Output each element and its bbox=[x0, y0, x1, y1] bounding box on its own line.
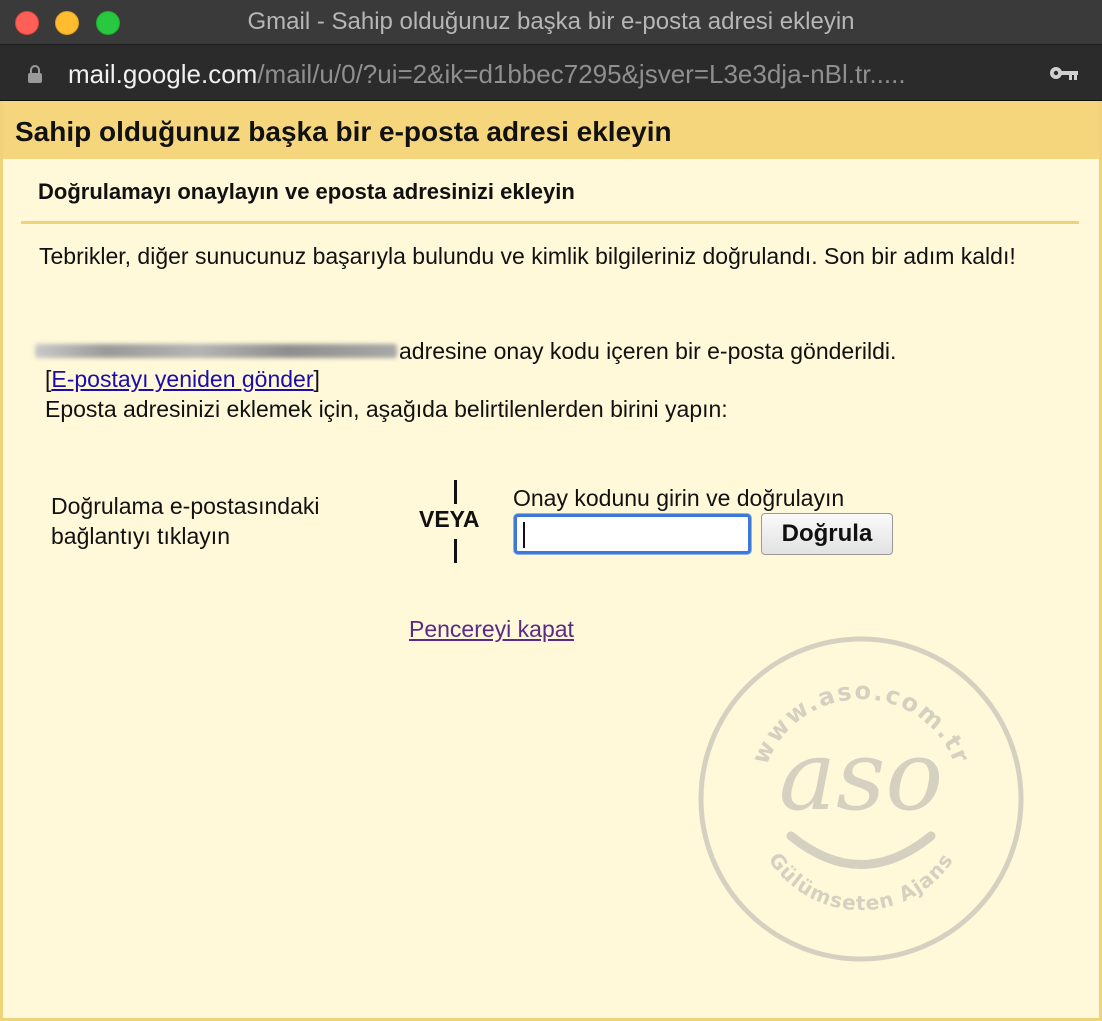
code-label: Onay kodunu girin ve doğrulayın bbox=[513, 485, 845, 511]
or-label: VEYA bbox=[419, 506, 480, 532]
lock-icon bbox=[28, 65, 42, 83]
resend-bracket-close: ] bbox=[313, 366, 320, 392]
or-divider-top bbox=[454, 480, 457, 504]
page-title: Sahip olduğunuz başka bir e-posta adresi… bbox=[15, 116, 672, 147]
sent-message: adresine onay kodu içeren bir e-posta gö… bbox=[399, 338, 897, 364]
verify-button[interactable]: Doğrula bbox=[761, 513, 893, 555]
instruction-text: Eposta adresinizi eklemek için, aşağıda … bbox=[45, 396, 728, 422]
resend-email-link[interactable]: E-postayı yeniden gönder bbox=[51, 366, 313, 392]
verification-code-input[interactable] bbox=[514, 514, 751, 554]
watermark-logo-text: aso bbox=[779, 720, 943, 832]
resend-line: [E-postayı yeniden gönder] bbox=[45, 366, 320, 393]
smile-mark bbox=[786, 831, 936, 869]
svg-text:Gülümseten Ajans: Gülümseten Ajans bbox=[764, 848, 958, 915]
key-icon[interactable] bbox=[1049, 64, 1079, 82]
section-title: Doğrulamayı onaylayın ve eposta adresini… bbox=[38, 179, 575, 204]
close-window-button[interactable] bbox=[15, 11, 39, 35]
redacted-email-address bbox=[35, 344, 397, 358]
zoom-window-button[interactable] bbox=[96, 11, 120, 35]
dialog-page: Sahip olduğunuz başka bir e-posta adresi… bbox=[0, 101, 1102, 1021]
minimize-window-button[interactable] bbox=[55, 11, 79, 35]
aso-watermark-logo: www.aso.com.tr aso Gülümseten Ajans bbox=[698, 636, 1024, 962]
watermark-tagline: Gülümseten Ajans bbox=[764, 848, 957, 915]
title-bar: Gmail - Sahip olduğunuz başka bir e-post… bbox=[0, 0, 1102, 45]
browser-window: Gmail - Sahip olduğunuz başka bir e-post… bbox=[0, 0, 1102, 1021]
address-bar[interactable]: mail.google.com/mail/u/0/?ui=2&ik=d1bbec… bbox=[0, 46, 1102, 101]
header-band: Sahip olduğunuz başka bir e-posta adresi… bbox=[3, 101, 1099, 159]
congrats-message: Tebrikler, diğer sunucunuz başarıyla bul… bbox=[39, 243, 1016, 269]
or-divider-bottom bbox=[454, 539, 457, 563]
url-path: /mail/u/0/?ui=2&ik=d1bbec7295&jsver=L3e3… bbox=[257, 59, 906, 89]
window-title: Gmail - Sahip olduğunuz başka bir e-post… bbox=[247, 8, 855, 35]
close-window-link[interactable]: Pencereyi kapat bbox=[409, 616, 574, 643]
text-caret bbox=[523, 522, 525, 548]
click-link-option: Doğrulama e-postasındaki bağlantıyı tıkl… bbox=[51, 493, 320, 549]
divider bbox=[21, 221, 1079, 224]
url-host: mail.google.com bbox=[68, 59, 258, 89]
url-text[interactable]: mail.google.com/mail/u/0/?ui=2&ik=d1bbec… bbox=[68, 59, 1028, 90]
